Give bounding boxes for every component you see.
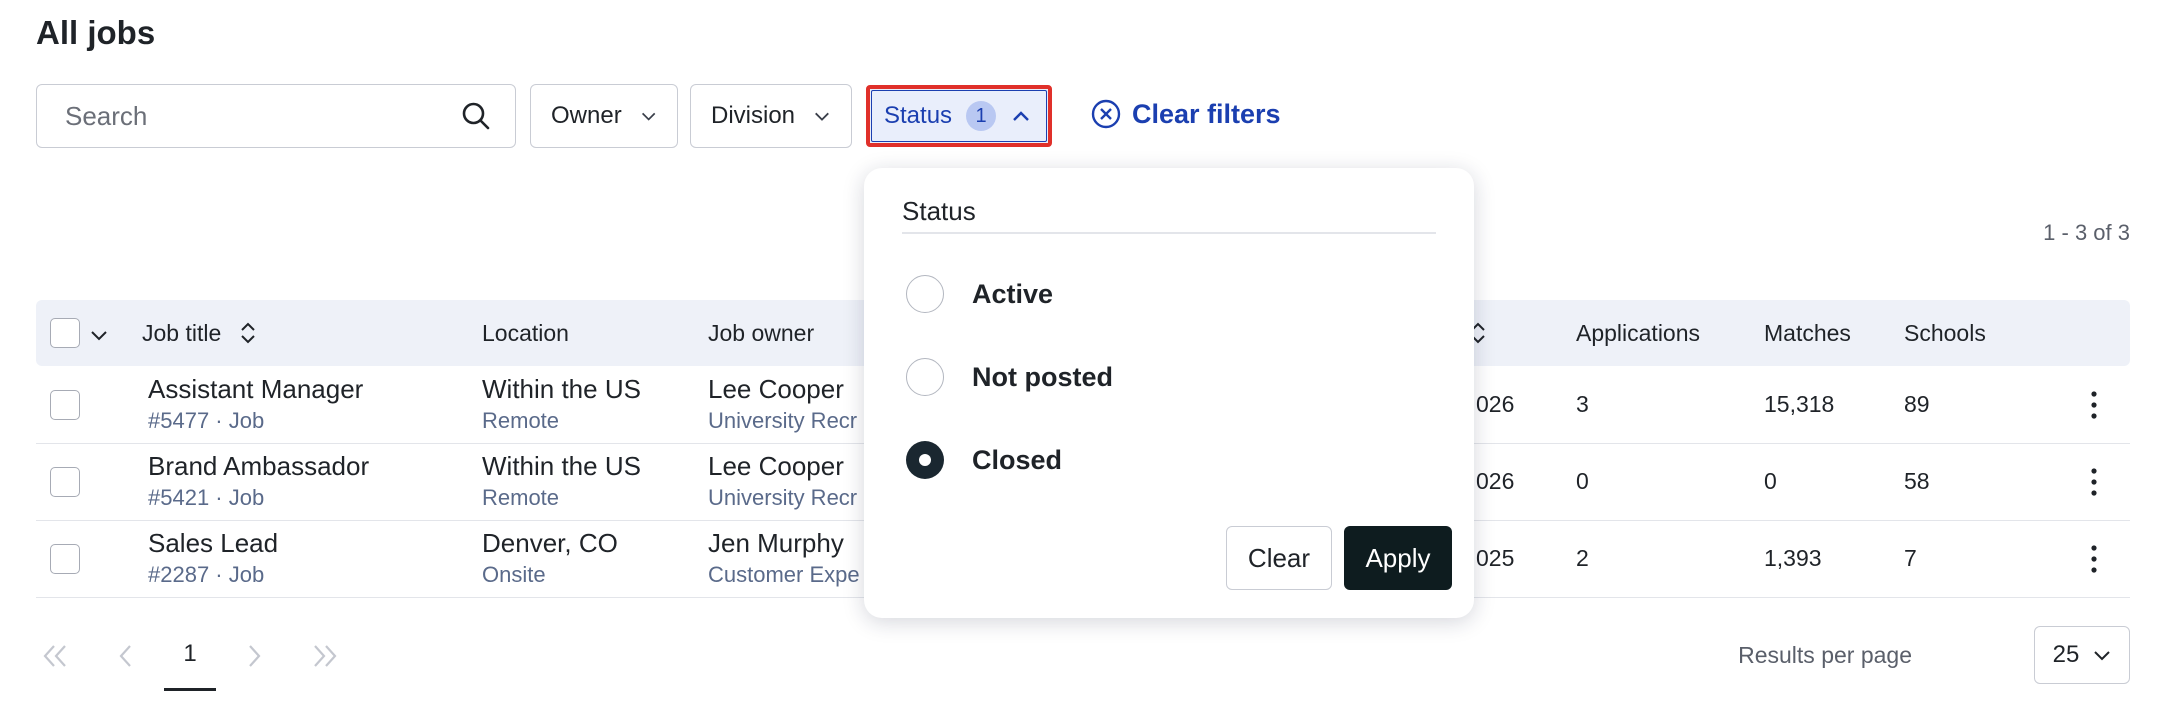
owner-filter-label: Owner [551, 102, 622, 129]
status-option-label: Not posted [972, 361, 1113, 392]
job-schools: 58 [1904, 468, 1930, 494]
header-matches: Matches [1764, 320, 1851, 346]
first-page-icon[interactable] [40, 642, 70, 670]
job-title[interactable]: Assistant Manager [148, 374, 363, 405]
status-filter-label: Status [884, 102, 953, 129]
more-options-icon[interactable] [2090, 544, 2098, 574]
job-location: Within the US [482, 451, 641, 481]
close-circle-icon [1091, 99, 1121, 129]
header-job-title[interactable]: Job title [142, 320, 221, 347]
status-option-not-posted[interactable]: Not posted [906, 358, 1113, 396]
status-count-badge: 1 [966, 101, 997, 131]
next-page-icon[interactable] [244, 642, 264, 670]
status-filter-popover: Status Active Not posted Closed Clear Ap… [864, 168, 1474, 618]
job-schools: 89 [1904, 391, 1930, 417]
job-owner: Jen Murphy [708, 528, 844, 558]
status-option-closed[interactable]: Closed [906, 441, 1062, 479]
job-owner-team: University Recr [708, 485, 858, 510]
job-matches: 1,393 [1764, 545, 1822, 571]
select-all-checkbox[interactable] [50, 318, 80, 348]
more-options-icon[interactable] [2090, 390, 2098, 420]
job-id: #5477 · Job [148, 408, 265, 433]
chevron-down-icon[interactable] [90, 326, 108, 344]
job-matches: 0 [1764, 468, 1777, 494]
row-checkbox[interactable] [50, 467, 80, 497]
job-title[interactable]: Brand Ambassador [148, 451, 369, 482]
header-job-owner: Job owner [708, 320, 815, 346]
sort-icon[interactable] [238, 320, 258, 346]
job-applications: 3 [1576, 391, 1589, 417]
job-owner-team: Customer Expe [708, 562, 860, 587]
previous-page-icon[interactable] [116, 642, 136, 670]
search-box[interactable] [36, 84, 516, 148]
row-checkbox[interactable] [50, 544, 80, 574]
current-page[interactable]: 1 [164, 640, 216, 668]
division-filter-label: Division [711, 102, 796, 129]
division-filter-button[interactable]: Division [690, 84, 852, 148]
search-input[interactable] [63, 85, 467, 147]
job-owner: Lee Cooper [708, 374, 844, 404]
results-per-page-label: Results per page [1738, 642, 1912, 668]
header-schools: Schools [1904, 320, 1986, 346]
search-icon[interactable] [461, 101, 491, 131]
page-title: All jobs [36, 14, 156, 51]
job-location: Denver, CO [482, 528, 618, 558]
popover-title: Status [902, 196, 976, 226]
more-options-icon[interactable] [2090, 467, 2098, 497]
job-owner-team: University Recr [708, 408, 858, 433]
radio-button-checked[interactable] [906, 441, 944, 479]
apply-button[interactable]: Apply [1344, 526, 1452, 590]
job-title[interactable]: Sales Lead [148, 528, 278, 559]
job-id: #2287 · Job [148, 562, 265, 587]
chevron-down-icon [641, 112, 656, 121]
clear-button[interactable]: Clear [1226, 526, 1332, 590]
job-schools: 7 [1904, 545, 1917, 571]
clear-filters-label: Clear filters [1132, 98, 1281, 129]
radio-button[interactable] [906, 358, 944, 396]
results-per-page-value: 25 [2052, 641, 2080, 668]
job-location-type: Onsite [482, 562, 546, 587]
job-applications: 0 [1576, 468, 1589, 494]
divider [902, 232, 1436, 234]
job-location-type: Remote [482, 485, 560, 510]
job-location-type: Remote [482, 408, 560, 433]
header-applications: Applications [1576, 320, 1701, 346]
status-option-label: Active [972, 278, 1054, 309]
job-location: Within the US [482, 374, 641, 404]
row-checkbox[interactable] [50, 390, 80, 420]
chevron-down-icon [2094, 651, 2111, 661]
chevron-up-icon [1013, 111, 1029, 121]
job-date: 026 [1476, 391, 1515, 417]
radio-button[interactable] [906, 275, 944, 313]
chevron-down-icon [815, 112, 829, 121]
last-page-icon[interactable] [310, 642, 340, 670]
job-matches: 15,318 [1764, 391, 1835, 417]
results-count: 1 - 3 of 3 [2043, 220, 2130, 245]
clear-filters-link[interactable]: Clear filters [1090, 98, 1281, 130]
status-filter-button[interactable]: Status 1 [866, 85, 1052, 147]
status-option-active[interactable]: Active [906, 275, 1053, 313]
results-per-page-select[interactable]: 25 [2034, 626, 2130, 684]
job-id: #5421 · Job [148, 485, 265, 510]
current-page-indicator [164, 688, 216, 691]
owner-filter-button[interactable]: Owner [530, 84, 678, 148]
header-location: Location [482, 320, 569, 346]
job-owner: Lee Cooper [708, 451, 844, 481]
job-date: 025 [1476, 545, 1515, 571]
job-applications: 2 [1576, 545, 1589, 571]
job-date: 026 [1476, 468, 1515, 494]
status-option-label: Closed [972, 444, 1063, 475]
